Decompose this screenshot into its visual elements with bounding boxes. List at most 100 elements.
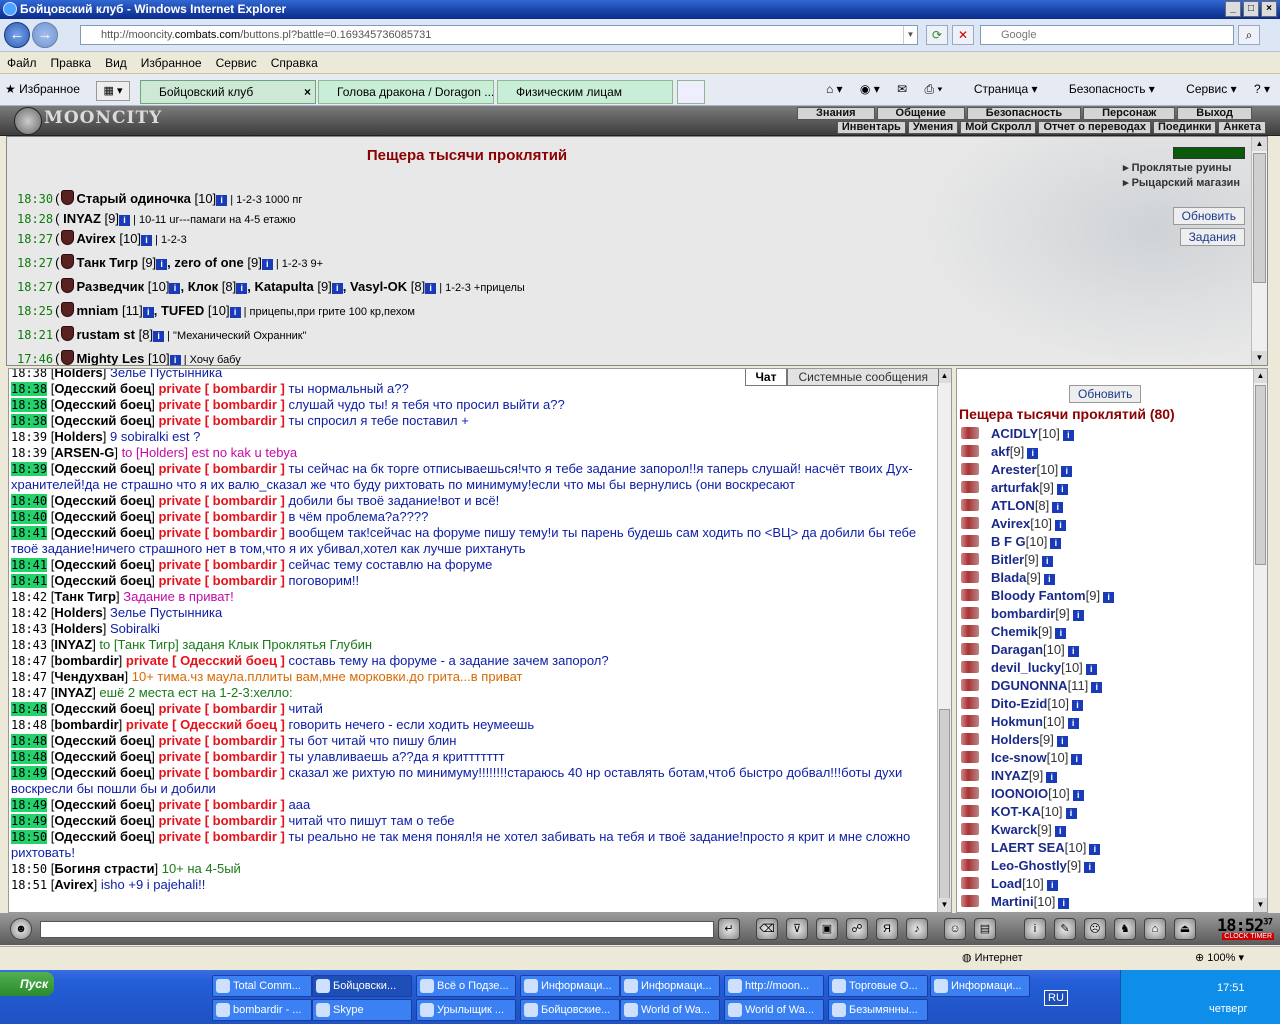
chat-private-target[interactable]: private [ bombardir ] (158, 749, 284, 764)
user-name[interactable]: IOONOIO (991, 786, 1048, 801)
info-icon[interactable]: i (169, 283, 181, 294)
lock-icon[interactable]: ⌂ (1144, 918, 1166, 940)
exit-icon[interactable]: ⏏ (1174, 918, 1196, 940)
chat-author[interactable]: bombardir (54, 717, 118, 732)
chat-time[interactable]: 18:47 (11, 686, 47, 700)
private-message-icon[interactable] (961, 661, 979, 673)
user-item[interactable]: DGUNONNA[11] i (961, 677, 1251, 695)
taskbar-button[interactable]: World of Wa... (620, 999, 720, 1021)
info-icon[interactable]: i (1058, 898, 1070, 909)
info-icon[interactable]: i (229, 307, 241, 318)
private-message-icon[interactable] (961, 751, 979, 763)
maximize-button[interactable]: □ (1243, 1, 1259, 17)
chat-private-target[interactable]: private [ bombardir ] (158, 381, 284, 396)
user-item[interactable]: bombardir[9] i (961, 605, 1251, 623)
info-icon[interactable]: i (1067, 646, 1079, 657)
chat-author[interactable]: Одесский боец (54, 749, 151, 764)
taskbar-button[interactable]: Бойцовские... (520, 999, 620, 1021)
info-icon[interactable]: i (236, 283, 248, 294)
private-message-icon[interactable] (961, 733, 979, 745)
user-name[interactable]: LAERT SEA (991, 840, 1065, 855)
quests-button[interactable]: Задания (1179, 228, 1245, 246)
private-message-icon[interactable] (961, 481, 979, 493)
user-item[interactable]: LAERT SEA[10] i (961, 839, 1251, 857)
info-icon[interactable]: i (1071, 754, 1083, 765)
users-refresh-button[interactable]: Обновить (1069, 385, 1142, 403)
player-name[interactable]: , Клок (180, 279, 218, 294)
user-item[interactable]: Bitler[9] i (961, 551, 1251, 569)
chat-author[interactable]: Одесский боец (54, 765, 151, 780)
nav-communication[interactable]: Общение (876, 107, 965, 120)
refresh-icon[interactable]: ⟳ (926, 25, 948, 45)
chat-author[interactable]: Holders (54, 429, 102, 444)
menu-view[interactable]: Вид (98, 52, 134, 74)
link-knight-shop[interactable]: ▸ Рыцарский магазин (1123, 176, 1253, 189)
private-message-icon[interactable] (961, 607, 979, 619)
search-input[interactable]: Google (980, 25, 1234, 45)
nav-skills[interactable]: Умения (907, 121, 959, 134)
info-icon[interactable]: i (1085, 664, 1097, 675)
eraser-icon[interactable]: ⌫ (756, 918, 778, 940)
player-name[interactable]: , zero of one (167, 255, 244, 270)
tools-menu[interactable]: Сервис ▾ (1172, 82, 1236, 96)
feeds-icon[interactable]: ◉ ▾ (860, 82, 880, 96)
nav-security[interactable]: Безопасность (966, 107, 1082, 120)
sound-icon[interactable]: ♪ (906, 918, 928, 940)
private-message-icon[interactable] (961, 643, 979, 655)
user-name[interactable]: KOT-KA (991, 804, 1041, 819)
menu-favorites[interactable]: Избранное (134, 52, 209, 74)
player-name[interactable]: mniam (76, 303, 118, 318)
chat-author[interactable]: Holders (54, 369, 102, 380)
url-field[interactable]: http://mooncity.combats.com/buttons.pl?b… (80, 25, 918, 45)
tab-combats[interactable]: Бойцовский клуб × (140, 80, 316, 104)
chat-private-target[interactable]: private [ bombardir ] (158, 509, 284, 524)
tab-doragon[interactable]: Голова дракона / Doragon ... (318, 80, 494, 104)
player-name[interactable]: , Katapulta (247, 279, 313, 294)
nav-inventory[interactable]: Инвентарь (836, 121, 906, 134)
close-window-button[interactable]: × (1261, 1, 1277, 17)
chat-time[interactable]: 18:38 (11, 398, 48, 412)
chat-time[interactable]: 18:51 (11, 878, 47, 892)
private-message-icon[interactable] (961, 697, 979, 709)
chat-scrollbar[interactable]: ▲ ▼ (937, 369, 951, 912)
user-item[interactable]: IOONOIO[10] i (961, 785, 1251, 803)
chat-author[interactable]: Богиня страсти (54, 861, 154, 876)
info-icon[interactable]: i (1055, 628, 1067, 639)
chat-private-target[interactable]: private [ bombardir ] (158, 813, 284, 828)
info-icon[interactable]: i (1054, 826, 1066, 837)
user-name[interactable]: Avirex (991, 516, 1030, 531)
favorites-button[interactable]: ★ Избранное (5, 82, 80, 96)
player-name[interactable]: Avirex (76, 231, 115, 246)
chat-author[interactable]: Чендухван (54, 669, 124, 684)
info-icon[interactable]: i (425, 283, 437, 294)
chat-private-target[interactable]: private [ bombardir ] (158, 733, 284, 748)
info-icon[interactable]: i (1041, 556, 1053, 567)
info-icon[interactable]: i (1054, 520, 1066, 531)
nav-fights[interactable]: Поединки (1153, 121, 1217, 134)
chat-time[interactable]: 18:49 (11, 798, 48, 812)
taskbar-button[interactable]: http://moon... (724, 975, 824, 997)
private-message-icon[interactable] (961, 463, 979, 475)
chat-private-target[interactable]: private [ bombardir ] (158, 557, 284, 572)
private-message-icon[interactable] (961, 769, 979, 781)
player-name[interactable]: Mighty Les (76, 351, 144, 365)
chat-time[interactable]: 18:50 (11, 830, 48, 844)
private-message-icon[interactable] (961, 535, 979, 547)
info-icon[interactable]: i (1103, 592, 1115, 603)
chat-private-target[interactable]: private [ bombardir ] (158, 493, 284, 508)
info-icon[interactable]: i (1067, 718, 1079, 729)
user-item[interactable]: Bloody Fantom[9] i (961, 587, 1251, 605)
hint-icon[interactable]: ▤ (974, 918, 996, 940)
user-name[interactable]: akf (991, 444, 1010, 459)
nav-scroll[interactable]: Мой Скролл (960, 121, 1037, 134)
user-item[interactable]: arturfak[9] i (961, 479, 1251, 497)
user-name[interactable]: Chemik (991, 624, 1038, 639)
chat-private-target[interactable]: private [ bombardir ] (158, 829, 284, 844)
user-name[interactable]: ATLON (991, 498, 1035, 513)
nav-transfers[interactable]: Отчет о переводах (1038, 121, 1152, 134)
user-name[interactable]: Leo-Ghostly (991, 858, 1067, 873)
user-item[interactable]: Kwarck[9] i (961, 821, 1251, 839)
chat-author[interactable]: Одесский боец (54, 509, 151, 524)
chat-input[interactable] (40, 921, 714, 938)
chat-author[interactable]: Одесский боец (54, 813, 151, 828)
